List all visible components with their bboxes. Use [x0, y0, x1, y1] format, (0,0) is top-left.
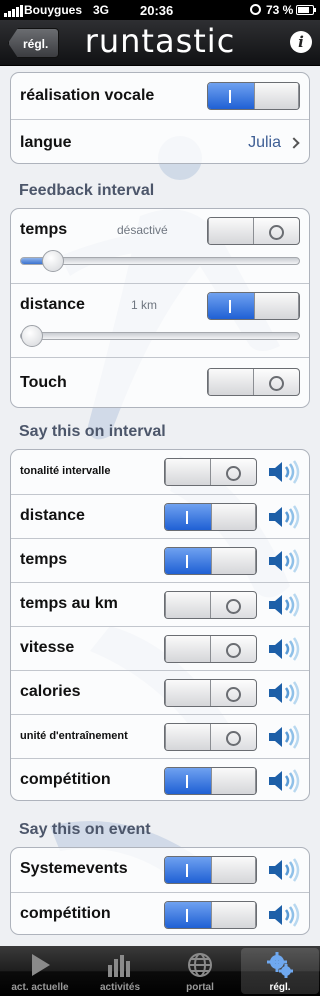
voice-label: réalisation vocale [20, 87, 155, 104]
say-on-interval-group: tonalité intervalle distance temps temps au… [10, 449, 310, 801]
signal-strength-icon [4, 5, 23, 17]
speech-option-row: tonalité intervalle [11, 450, 309, 494]
tab-label: portal [186, 982, 214, 993]
option-toggle[interactable] [164, 723, 257, 751]
speech-option-label: temps au km [20, 595, 118, 612]
speaker-icon[interactable] [267, 857, 301, 883]
time-interval-slider[interactable] [20, 250, 300, 272]
time-interval-row: temps désactivé [11, 209, 309, 283]
speech-option-label: calories [20, 683, 81, 700]
speech-option-label: compétition [20, 771, 111, 788]
speaker-icon[interactable] [267, 592, 301, 618]
bar-chart-icon [108, 955, 130, 977]
speech-option-label: distance [20, 507, 85, 524]
distance-interval-label: distance [20, 296, 85, 313]
clock: 20:36 [140, 3, 174, 18]
battery-icon [296, 5, 316, 15]
speech-option-row: distance [11, 494, 309, 538]
tab-current-activity[interactable]: act. actuelle [1, 948, 79, 994]
language-row[interactable]: langue Julia [11, 119, 309, 163]
say-on-event-header: Say this on event [19, 821, 151, 838]
option-toggle[interactable] [164, 503, 257, 531]
voice-row: réalisation vocale [11, 73, 309, 119]
chevron-right-icon [288, 137, 300, 149]
speech-option-label: unité d'entraînement [20, 730, 128, 742]
touch-label: Touch [20, 374, 67, 391]
carrier-name: Bouygues [24, 3, 83, 17]
speech-option-row: vitesse [11, 626, 309, 670]
speech-option-row: compétition [11, 758, 309, 800]
distance-interval-row: distance 1 km [11, 283, 309, 357]
speaker-icon[interactable] [267, 548, 301, 574]
tab-portal[interactable]: portal [161, 948, 239, 994]
tab-label: act. actuelle [11, 982, 69, 993]
touch-toggle[interactable] [207, 368, 300, 396]
speech-option-label: Systemevents [20, 860, 128, 877]
voice-settings-group: réalisation vocale langue Julia [10, 72, 310, 164]
speech-option-row: calories [11, 670, 309, 714]
speaker-icon[interactable] [267, 636, 301, 662]
tab-label: régl. [269, 982, 291, 993]
speaker-icon[interactable] [267, 459, 301, 485]
status-bar: Bouygues 3G 20:36 73 % [0, 0, 320, 20]
voice-toggle[interactable] [207, 82, 300, 110]
speaker-icon[interactable] [267, 680, 301, 706]
speech-option-row: compétition [11, 892, 309, 934]
tab-bar: act. actuelle activités portal régl. [0, 946, 320, 996]
distance-interval-slider[interactable] [20, 325, 300, 347]
language-label: langue [20, 134, 72, 151]
speech-option-row: temps [11, 538, 309, 582]
speech-option-row: temps au km [11, 582, 309, 626]
speaker-icon[interactable] [267, 724, 301, 750]
tab-activities[interactable]: activités [81, 948, 159, 994]
speech-option-row: unité d'entraînement [11, 714, 309, 758]
navigation-bar: régl. runtastic i [0, 20, 320, 66]
option-toggle[interactable] [164, 547, 257, 575]
slider-thumb[interactable] [21, 325, 43, 347]
app-logo: runtastic [84, 22, 236, 60]
distance-interval-toggle[interactable] [207, 292, 300, 320]
option-toggle[interactable] [164, 635, 257, 663]
option-toggle[interactable] [164, 591, 257, 619]
feedback-interval-group: temps désactivé distance 1 km Touch [10, 208, 310, 408]
speech-option-label: temps [20, 551, 68, 568]
speaker-icon[interactable] [267, 504, 301, 530]
speech-option-label: tonalité intervalle [20, 465, 111, 477]
gears-icon [267, 952, 293, 978]
time-interval-value: désactivé [117, 223, 168, 237]
speaker-icon[interactable] [267, 768, 301, 794]
option-toggle[interactable] [164, 901, 257, 929]
option-toggle[interactable] [164, 458, 257, 486]
distance-interval-value: 1 km [131, 298, 158, 312]
feedback-interval-header: Feedback interval [19, 182, 155, 199]
settings-content[interactable]: réalisation vocale langue Julia Feedback… [0, 66, 320, 946]
option-toggle[interactable] [164, 767, 257, 795]
say-on-interval-header: Say this on interval [19, 423, 166, 440]
time-interval-label: temps [20, 221, 68, 238]
language-value: Julia [248, 134, 281, 151]
speaker-icon[interactable] [267, 902, 301, 928]
touch-row: Touch [11, 357, 309, 407]
option-toggle[interactable] [164, 856, 257, 884]
alarm-icon [250, 4, 261, 15]
speech-option-label: compétition [20, 905, 111, 922]
slider-thumb[interactable] [41, 250, 64, 272]
globe-icon [188, 953, 212, 977]
play-icon [32, 954, 50, 976]
speech-option-label: vitesse [20, 639, 75, 656]
option-toggle[interactable] [164, 679, 257, 707]
tab-settings[interactable]: régl. [241, 948, 319, 994]
time-interval-toggle[interactable] [207, 217, 300, 245]
network-type: 3G [93, 3, 110, 17]
tab-label: activités [99, 982, 141, 993]
info-icon[interactable]: i [290, 31, 312, 53]
battery-percent: 73 % [266, 3, 294, 17]
speech-option-row: Systemevents [11, 848, 309, 892]
say-on-event-group: Systemevents compétition [10, 847, 310, 935]
